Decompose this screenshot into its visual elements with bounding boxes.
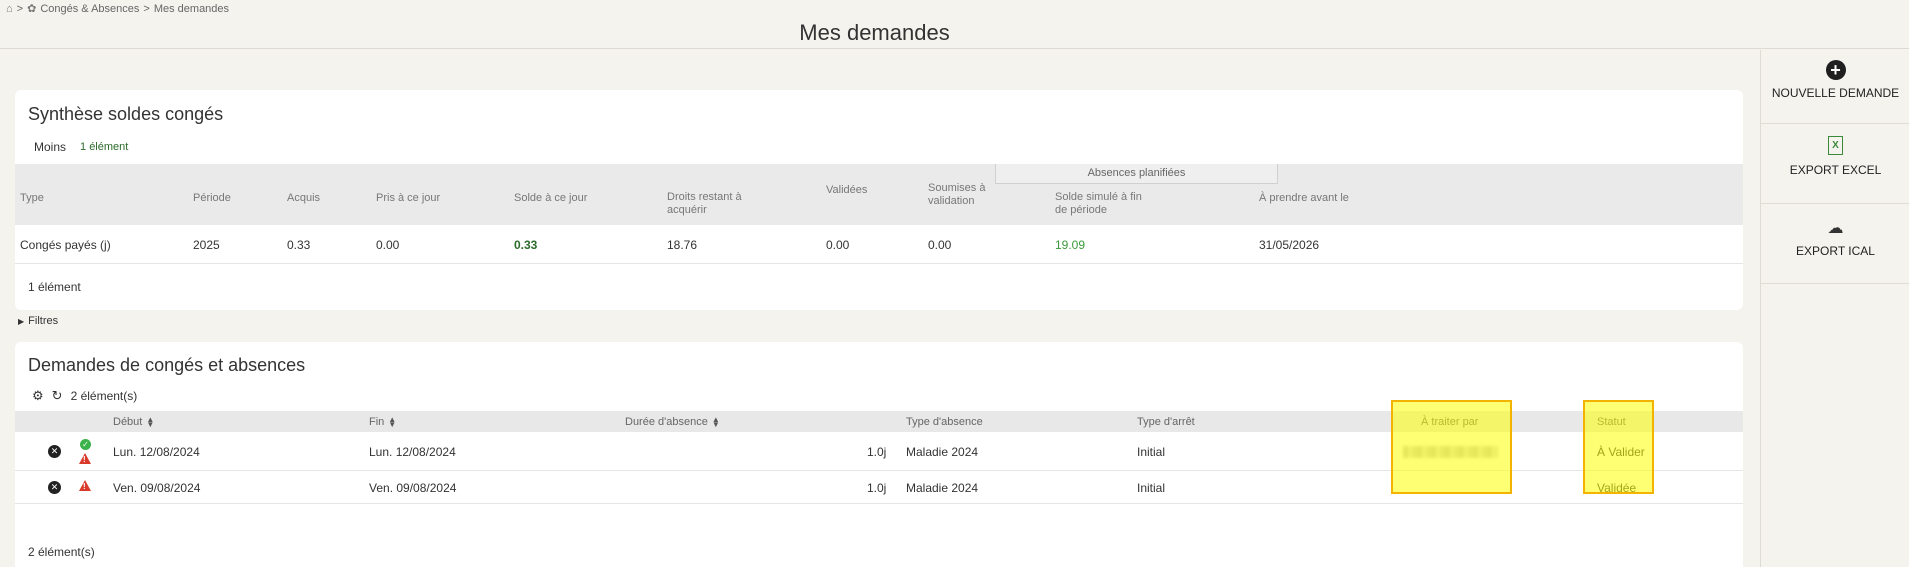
synthese-title: Synthèse soldes congés [28, 104, 224, 124]
cell-duree: 1.0j [867, 445, 887, 459]
col-soumises: Soumises à validation [928, 182, 986, 207]
cell-periode: 2025 [193, 238, 220, 252]
cell-type-arret: Initial [1137, 445, 1166, 459]
cell-fin: Lun. 12/08/2024 [369, 445, 456, 459]
col-prendre-avant: À prendre avant le [1259, 192, 1349, 204]
demandes-title: Demandes de congés et absences [28, 355, 306, 375]
col-pris: Pris à ce jour [376, 192, 441, 204]
cell-validees: 0.00 [826, 238, 850, 252]
main-content: Synthèse soldes congés Moins 1 élément T… [0, 50, 1760, 567]
col-debut[interactable]: Début ▲ ▼ [113, 416, 154, 429]
breadcrumb-section[interactable]: Congés & Absences [40, 3, 139, 15]
cloud-download-icon: ☁ [1827, 220, 1844, 237]
filtres-toggle[interactable]: ▶ Filtres [18, 315, 58, 327]
home-icon[interactable]: ⌂ [6, 3, 13, 15]
synthese-card: Synthèse soldes congés Moins 1 élément T… [15, 90, 1743, 310]
nouvelle-demande-button[interactable]: + NOUVELLE DEMANDE [1761, 50, 1909, 124]
col-duree-label: Durée d'absence [625, 416, 708, 428]
demandes-footer: 2 élément(s) [28, 545, 95, 559]
col-type-absence[interactable]: Type d'absence [906, 416, 983, 428]
cell-soumises: 0.00 [928, 238, 952, 252]
export-ical-button[interactable]: ☁ EXPORT ICAL [1761, 204, 1909, 284]
cell-simule: 19.09 [1055, 238, 1086, 252]
cell-type-arret: Initial [1137, 481, 1166, 495]
warning-icon: ! [79, 480, 91, 491]
moins-toggle[interactable]: Moins [34, 140, 66, 154]
cell-statut: À Valider [1597, 445, 1645, 459]
demandes-toolbar: ⚙ ↻ 2 élément(s) [32, 388, 137, 404]
col-solde: Solde à ce jour [514, 192, 588, 204]
cell-droits: 18.76 [667, 238, 698, 252]
col-simule: Solde simulé à fin de période [1055, 191, 1142, 216]
col-type: Type [20, 192, 44, 204]
refresh-icon[interactable]: ↻ [52, 388, 63, 404]
plus-circle-icon: + [1825, 60, 1846, 80]
synthese-footer: 1 élément [28, 280, 81, 294]
col-statut[interactable]: Statut [1597, 416, 1626, 428]
cell-acquis: 0.33 [287, 238, 311, 252]
table-row[interactable]: ✕ ✓ ! Lun. 12/08/2024 Lun. 12/08/2024 1.… [15, 432, 1743, 471]
absences-planifiees-header: Absences planifiées [995, 164, 1278, 184]
close-circle-icon[interactable]: ✕ [48, 481, 61, 494]
demandes-card: Demandes de congés et absences ⚙ ↻ 2 élé… [15, 342, 1743, 567]
nouvelle-demande-label: NOUVELLE DEMANDE [1771, 86, 1900, 100]
export-excel-button[interactable]: X EXPORT EXCEL [1761, 124, 1909, 204]
cell-type-absence: Maladie 2024 [906, 445, 979, 459]
synthese-subrow: Moins 1 élément [34, 140, 128, 154]
close-circle-icon[interactable]: ✕ [48, 445, 61, 458]
excel-icon: X [1828, 136, 1843, 155]
col-type-arret[interactable]: Type d'arrêt [1137, 416, 1195, 428]
table-row[interactable]: ✕ ! Ven. 09/08/2024 Ven. 09/08/2024 1.0j… [15, 471, 1743, 504]
col-periode: Période [193, 192, 231, 204]
top-bar: ⌂ > ✿ Congés & Absences > Mes demandes M… [0, 0, 1909, 49]
demandes-count: 2 élément(s) [70, 389, 138, 403]
breadcrumb-separator: > [143, 2, 150, 15]
redacted-approver [1403, 446, 1498, 458]
cell-debut: Lun. 12/08/2024 [113, 445, 200, 459]
cell-solde: 0.33 [514, 238, 538, 252]
cell-debut: Ven. 09/08/2024 [113, 481, 201, 495]
breadcrumb: ⌂ > ✿ Congés & Absences > Mes demandes [6, 2, 230, 16]
cell-pris: 0.00 [376, 238, 400, 252]
col-droits: Droits restant à acquérir [667, 191, 742, 216]
sort-icon[interactable]: ▲ ▼ [146, 416, 154, 429]
col-acquis: Acquis [287, 192, 321, 204]
page-title: Mes demandes [799, 20, 950, 45]
col-validees: Validées [826, 184, 868, 196]
export-ical-label: EXPORT ICAL [1796, 244, 1875, 258]
section-icon: ✿ [27, 3, 37, 15]
breadcrumb-separator: > [16, 2, 24, 15]
cell-fin: Ven. 09/08/2024 [369, 481, 457, 495]
sort-icon[interactable]: ▲ ▼ [712, 416, 720, 429]
cell-prendre-avant: 31/05/2026 [1259, 238, 1320, 252]
gear-icon[interactable]: ⚙ [32, 388, 44, 404]
triangle-right-icon: ▶ [18, 316, 25, 326]
action-sidebar: + NOUVELLE DEMANDE X EXPORT EXCEL ☁ EXPO… [1760, 50, 1909, 567]
col-a-traiter[interactable]: À traiter par [1421, 416, 1478, 428]
col-fin-label: Fin [369, 416, 385, 428]
breadcrumb-current: Mes demandes [153, 2, 230, 15]
cell-statut: Validée [1597, 481, 1637, 495]
cell-type: Congés payés (j) [20, 238, 111, 252]
table-row: Congés payés (j) 2025 0.33 0.00 0.33 18.… [15, 225, 1743, 264]
synthese-count: 1 élément [80, 141, 129, 153]
col-fin[interactable]: Fin ▲ ▼ [369, 416, 396, 429]
sort-icon[interactable]: ▲ ▼ [388, 416, 396, 429]
synthese-table-header: Type Période Acquis Pris à ce jour Solde… [15, 164, 1743, 225]
export-excel-label: EXPORT EXCEL [1789, 163, 1882, 177]
cell-duree: 1.0j [867, 481, 887, 495]
warning-icon: ! [79, 453, 91, 464]
col-debut-label: Début [113, 416, 143, 428]
cell-type-absence: Maladie 2024 [906, 481, 979, 495]
demandes-table-header: Début ▲ ▼ Fin ▲ ▼ Durée d'absence ▲ ▼ Type … [15, 411, 1743, 432]
col-duree[interactable]: Durée d'absence ▲ ▼ [625, 416, 720, 429]
filtres-label: Filtres [28, 315, 59, 327]
check-circle-icon: ✓ [80, 439, 91, 450]
